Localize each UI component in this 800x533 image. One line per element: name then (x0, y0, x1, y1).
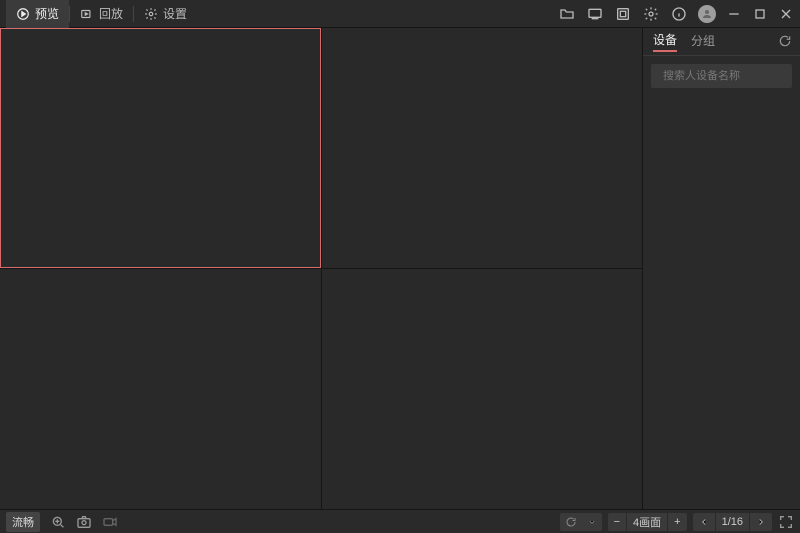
layout-label: 4画面 (626, 513, 667, 531)
top-bar: 预览 回放 设置 (0, 0, 800, 28)
refresh-icon[interactable] (778, 34, 792, 48)
bottom-bar: 流畅 − 4画面 + 1/16 (0, 509, 800, 533)
tab-label: 设置 (163, 5, 187, 22)
tab-label: 预览 (35, 5, 59, 22)
avatar[interactable] (698, 5, 716, 23)
layout-control: − 4画面 + (608, 513, 687, 531)
top-right-controls (558, 5, 794, 23)
tab-preview[interactable]: 预览 (6, 0, 69, 28)
tab-playback[interactable]: 回放 (70, 0, 133, 28)
video-cell[interactable] (0, 269, 321, 509)
page-label: 1/16 (715, 513, 749, 531)
fullscreen-icon[interactable] (778, 514, 794, 530)
video-cell[interactable] (322, 269, 643, 509)
video-cell[interactable] (0, 28, 321, 268)
gear-icon (144, 7, 158, 21)
bottom-left-controls: 流畅 (6, 512, 118, 532)
video-grid (0, 28, 642, 509)
video-cell[interactable] (322, 28, 643, 268)
screen-icon[interactable] (586, 5, 604, 23)
tab-settings[interactable]: 设置 (134, 0, 197, 28)
gear-icon[interactable] (642, 5, 660, 23)
sidebar-tabs: 设备 分组 (643, 28, 800, 56)
sidebar-tab-devices[interactable]: 设备 (653, 31, 677, 52)
stream-quality-button[interactable]: 流畅 (6, 512, 40, 532)
sidebar-tab-groups[interactable]: 分组 (691, 32, 715, 51)
page-next-button[interactable] (749, 513, 772, 531)
maximize-button[interactable] (752, 6, 768, 22)
playback-icon (80, 7, 94, 21)
page-control: 1/16 (693, 513, 772, 531)
layout-minus-button[interactable]: − (608, 513, 626, 531)
chevron-down-icon (582, 517, 602, 527)
layout-plus-button[interactable]: + (667, 513, 686, 531)
main-area: 设备 分组 (0, 28, 800, 509)
search-input[interactable] (663, 70, 800, 82)
minimize-button[interactable] (726, 6, 742, 22)
zoom-icon[interactable] (50, 514, 66, 530)
cycle-button[interactable] (560, 513, 602, 531)
folder-icon[interactable] (558, 5, 576, 23)
search-box[interactable] (651, 64, 792, 88)
tab-label: 回放 (99, 5, 123, 22)
monitor-icon[interactable] (614, 5, 632, 23)
play-circle-icon (16, 7, 30, 21)
page-prev-button[interactable] (693, 513, 715, 531)
record-icon[interactable] (102, 514, 118, 530)
snapshot-icon[interactable] (76, 514, 92, 530)
sidebar: 设备 分组 (642, 28, 800, 509)
cycle-icon (560, 516, 582, 528)
close-button[interactable] (778, 6, 794, 22)
info-icon[interactable] (670, 5, 688, 23)
bottom-right-controls: − 4画面 + 1/16 (560, 513, 794, 531)
main-tabs: 预览 回放 设置 (6, 0, 197, 28)
